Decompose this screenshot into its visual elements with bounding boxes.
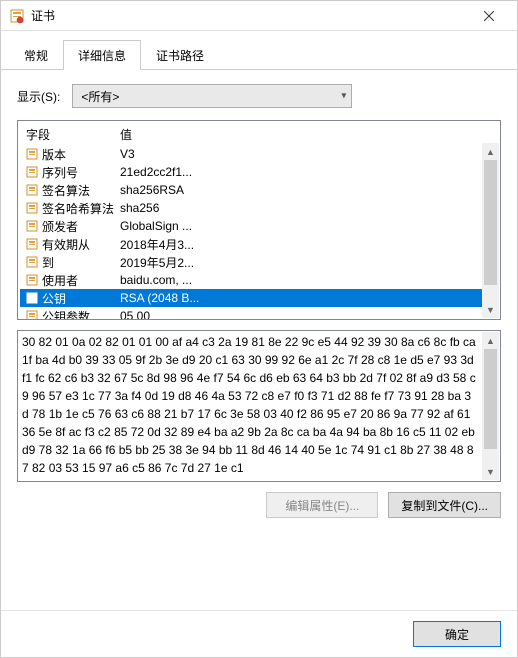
table-row[interactable]: 使用者baidu.com, ... — [20, 271, 498, 289]
col-value[interactable]: 值 — [114, 124, 498, 145]
value-cell: 2019年5月2... — [114, 254, 498, 271]
value-cell: GlobalSign ... — [114, 219, 498, 233]
scroll-thumb[interactable] — [484, 349, 497, 449]
table-row[interactable]: 版本V3 — [20, 145, 498, 163]
show-row: 显示(S): <所有> ▾ — [17, 84, 501, 108]
property-icon — [26, 238, 38, 250]
property-icon — [26, 256, 38, 268]
close-icon — [484, 11, 494, 21]
value-cell: sha256 — [114, 201, 498, 215]
value-cell: sha256RSA — [114, 183, 498, 197]
scroll-thumb[interactable] — [484, 160, 497, 285]
list-body[interactable]: 版本V3序列号21ed2cc2f1...签名算法sha256RSA签名哈希算法s… — [20, 145, 498, 319]
property-icon — [26, 202, 38, 214]
certificate-dialog: 证书 常规 详细信息 证书路径 显示(S): <所有> ▾ 字段 值 版本V3序… — [0, 0, 518, 658]
footer: 确定 — [1, 610, 517, 657]
scroll-up-icon[interactable]: ▲ — [482, 332, 499, 349]
property-icon — [26, 220, 38, 232]
property-icon — [26, 274, 38, 286]
tab-details[interactable]: 详细信息 — [63, 40, 141, 70]
field-cell: 签名哈希算法 — [20, 200, 114, 217]
certificate-icon — [9, 8, 25, 24]
property-icon — [26, 184, 38, 196]
field-cell: 版本 — [20, 146, 114, 163]
titlebar: 证书 — [1, 1, 517, 31]
property-icon — [26, 148, 38, 160]
table-row[interactable]: 颁发者GlobalSign ... — [20, 217, 498, 235]
property-icon — [26, 292, 38, 304]
window-title: 证书 — [31, 7, 469, 24]
show-value: <所有> — [81, 88, 119, 105]
value-cell: RSA (2048 B... — [114, 291, 498, 305]
table-row[interactable]: 有效期从2018年4月3... — [20, 235, 498, 253]
close-button[interactable] — [469, 2, 509, 30]
ok-button[interactable]: 确定 — [413, 621, 501, 647]
table-row[interactable]: 序列号21ed2cc2f1... — [20, 163, 498, 181]
field-cell: 使用者 — [20, 272, 114, 289]
scroll-up-icon[interactable]: ▲ — [482, 143, 499, 160]
field-cell: 签名算法 — [20, 182, 114, 199]
detail-text[interactable]: 30 82 01 0a 02 82 01 01 00 af a4 c3 2a 1… — [22, 333, 496, 477]
table-row[interactable]: 到2019年5月2... — [20, 253, 498, 271]
property-icon — [26, 166, 38, 178]
property-icon — [26, 310, 38, 319]
field-cell: 公钥参数 — [20, 308, 114, 320]
tab-general[interactable]: 常规 — [9, 40, 63, 70]
table-row[interactable]: 签名算法sha256RSA — [20, 181, 498, 199]
value-cell: 2018年4月3... — [114, 236, 498, 253]
detail-scrollbar[interactable]: ▲ ▼ — [482, 332, 499, 480]
buttons-row: 编辑属性(E)... 复制到文件(C)... — [17, 492, 501, 518]
field-cell: 序列号 — [20, 164, 114, 181]
show-select[interactable]: <所有> ▾ — [72, 84, 352, 108]
chevron-down-icon: ▾ — [341, 91, 346, 102]
value-cell: 21ed2cc2f1... — [114, 165, 498, 179]
value-cell: 05 00 — [114, 309, 498, 319]
field-cell: 公钥 — [20, 290, 114, 307]
field-list: 字段 值 版本V3序列号21ed2cc2f1...签名算法sha256RSA签名… — [17, 120, 501, 320]
col-field[interactable]: 字段 — [20, 124, 114, 145]
table-row[interactable]: 签名哈希算法sha256 — [20, 199, 498, 217]
content-area: 显示(S): <所有> ▾ 字段 值 版本V3序列号21ed2cc2f1...签… — [1, 70, 517, 610]
show-label: 显示(S): — [17, 88, 60, 105]
value-cell: baidu.com, ... — [114, 273, 498, 287]
field-cell: 有效期从 — [20, 236, 114, 253]
value-cell: V3 — [114, 147, 498, 161]
tabs: 常规 详细信息 证书路径 — [1, 35, 517, 70]
list-scrollbar[interactable]: ▲ ▼ — [482, 143, 499, 318]
table-row[interactable]: 公钥参数05 00 — [20, 307, 498, 319]
copy-to-file-button[interactable]: 复制到文件(C)... — [388, 492, 501, 518]
table-row[interactable]: 公钥RSA (2048 B... — [20, 289, 498, 307]
scroll-down-icon[interactable]: ▼ — [482, 301, 499, 318]
list-header: 字段 值 — [20, 123, 498, 145]
detail-box: 30 82 01 0a 02 82 01 01 00 af a4 c3 2a 1… — [17, 330, 501, 482]
tab-path[interactable]: 证书路径 — [141, 40, 219, 70]
scroll-down-icon[interactable]: ▼ — [482, 463, 499, 480]
edit-properties-button: 编辑属性(E)... — [266, 492, 378, 518]
field-cell: 到 — [20, 254, 114, 271]
field-cell: 颁发者 — [20, 218, 114, 235]
